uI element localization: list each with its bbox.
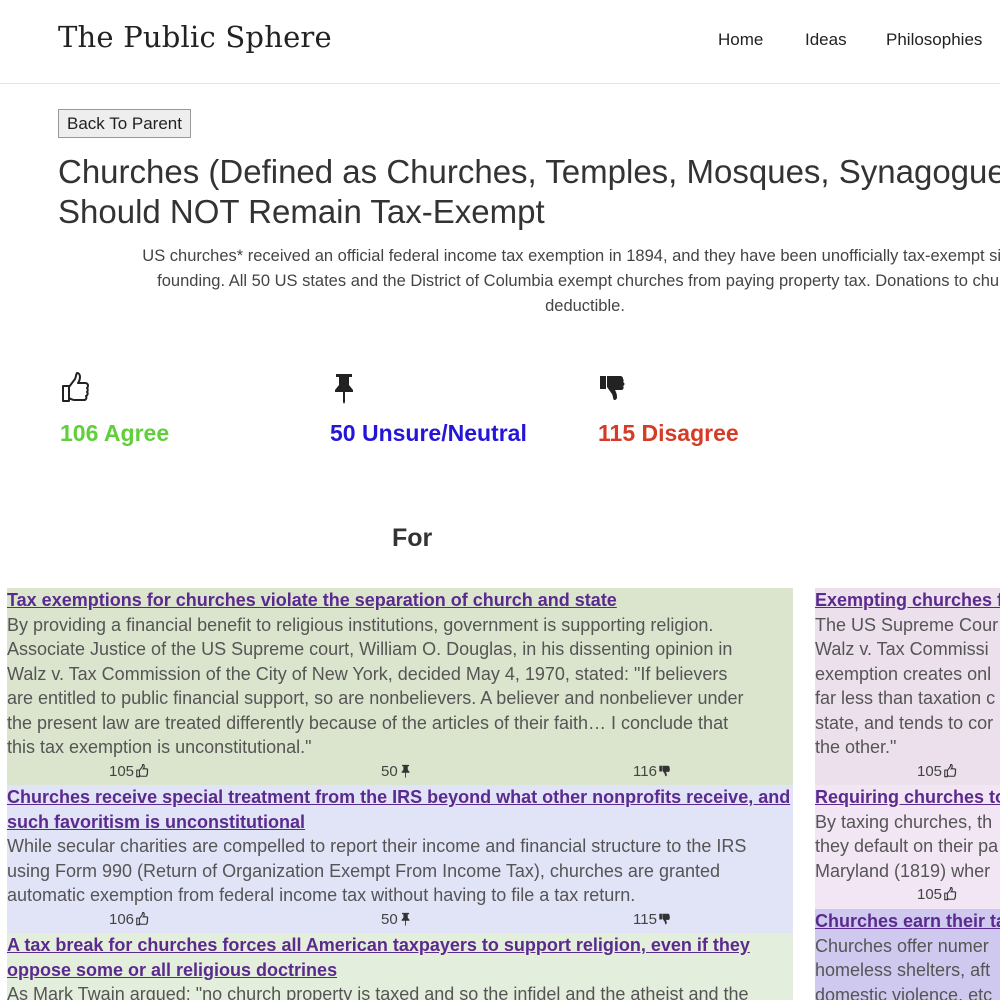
argument-body-line: the other.": [815, 737, 897, 757]
argument-agree-vote[interactable]: 105: [109, 763, 149, 780]
argument-title-line[interactable]: Tax exemptions for churches violate the …: [7, 588, 793, 613]
argument-card: Exempting churches f The US Supreme Cour…: [815, 588, 1000, 785]
pushpin-icon[interactable]: [399, 912, 413, 926]
nav-philosophies-link[interactable]: Philosophies: [886, 30, 982, 50]
argument-body-line: this tax exemption is unconstitutional.": [7, 737, 312, 757]
thumbs-down-icon[interactable]: [598, 372, 628, 404]
thumbs-up-icon[interactable]: [60, 372, 90, 404]
argument-title-link[interactable]: Exempting churches f: [815, 588, 1000, 613]
argument-body-line: Associate Justice of the US Supreme cour…: [7, 639, 733, 659]
argument-title-line[interactable]: Requiring churches to: [815, 785, 1000, 810]
argument-body: While secular charities are compelled to…: [7, 834, 793, 908]
argument-body-line: As Mark Twain argued: "no church propert…: [7, 984, 749, 1000]
argument-body: The US Supreme Cour Walz v. Tax Commissi…: [815, 613, 1000, 760]
agree-vote-count: 105: [917, 762, 943, 780]
argument-agree-vote[interactable]: 105: [917, 763, 957, 780]
thumbs-up-icon[interactable]: [943, 763, 957, 778]
top-navbar: The Public Sphere Home Ideas Philosophie…: [0, 0, 1000, 84]
argument-body: By taxing churches, th they default on t…: [815, 810, 1000, 884]
page-title: Churches (Defined as Churches, Temples, …: [58, 152, 1000, 232]
argument-neutral-vote[interactable]: 50: [381, 763, 413, 780]
agree-stat[interactable]: 106 Agree: [60, 372, 169, 446]
argument-body: By providing a financial benefit to reli…: [7, 613, 793, 760]
back-to-parent-button[interactable]: Back To Parent: [58, 109, 191, 138]
description-line: US churches* received an official federa…: [142, 247, 1000, 265]
argument-body-line: Churches offer numer: [815, 935, 989, 956]
argument-body-line: domestic violence, etc: [815, 984, 993, 1000]
agree-vote-count: 106: [109, 910, 135, 928]
argument-body-line: Walz v. Tax Commission of the City of Ne…: [7, 663, 728, 684]
argument-card: A tax break for churches forces all Amer…: [7, 933, 793, 1000]
argument-body-line: are entitled to public financial support…: [7, 688, 744, 708]
description-line: deductible.: [545, 297, 625, 315]
argument-title-link[interactable]: Churches earn their ta: [815, 909, 1000, 934]
argument-body-line: Maryland (1819) wher: [815, 860, 991, 881]
argument-votes: 105: [815, 760, 1000, 784]
disagree-stat[interactable]: 115 Disagree: [598, 372, 739, 446]
disagree-vote-count: 116: [633, 762, 657, 780]
neutral-vote-count: 50: [381, 910, 398, 928]
page-title-line: Should NOT Remain Tax-Exempt: [58, 193, 545, 230]
argument-body: As Mark Twain argued: "no church propert…: [7, 982, 793, 1000]
nav-home-link[interactable]: Home: [718, 30, 763, 50]
argument-title-line[interactable]: A tax break for churches forces all Amer…: [7, 933, 793, 958]
argument-disagree-vote[interactable]: 115: [633, 911, 672, 928]
argument-votes: 106 50 115: [7, 908, 793, 932]
argument-body-line: While secular charities are compelled to…: [7, 836, 747, 856]
thumbs-up-icon[interactable]: [135, 763, 149, 778]
agree-count: 106 Agree: [60, 420, 170, 446]
argument-neutral-vote[interactable]: 50: [381, 911, 413, 928]
argument-votes: 105 50 116: [7, 760, 793, 784]
neutral-stat[interactable]: 50 Unsure/Neutral: [330, 372, 527, 446]
argument-title-line[interactable]: Churches receive special treatment from …: [7, 785, 793, 810]
argument-title-link[interactable]: Churches receive special treatment from …: [7, 785, 793, 834]
disagree-count: 115 Disagree: [598, 420, 739, 446]
argument-body-line: The US Supreme Cour: [815, 614, 999, 635]
nav-ideas-link[interactable]: Ideas: [805, 30, 847, 50]
argument-body-line: using Form 990 (Return of Organization E…: [7, 860, 720, 881]
argument-title-line[interactable]: Churches earn their ta: [815, 909, 1000, 934]
argument-body-line: Walz v. Tax Commissi: [815, 639, 989, 659]
thumbs-up-icon[interactable]: [135, 911, 149, 926]
argument-title-line[interactable]: such favoritism is unconstitutional: [7, 810, 793, 835]
pushpin-icon[interactable]: [399, 764, 413, 778]
disagree-vote-count: 115: [633, 910, 657, 928]
argument-title-link[interactable]: Requiring churches to: [815, 785, 1000, 810]
argument-body-line: exemption creates onl: [815, 663, 992, 684]
argument-card: Churches receive special treatment from …: [7, 785, 793, 933]
argument-title-link[interactable]: Tax exemptions for churches violate the …: [7, 588, 793, 613]
argument-disagree-vote[interactable]: 116: [633, 763, 672, 780]
argument-body-line: homeless shelters, aft: [815, 960, 991, 980]
agree-vote-count: 105: [109, 762, 135, 780]
argument-body-line: By providing a financial benefit to reli…: [7, 614, 714, 635]
argument-agree-vote[interactable]: 105: [917, 886, 957, 903]
argument-body: Churches offer numer homeless shelters, …: [815, 934, 1000, 1000]
argument-body-line: they default on their pa: [815, 836, 999, 856]
thumbs-down-icon[interactable]: [658, 912, 672, 926]
argument-card: Tax exemptions for churches violate the …: [7, 588, 793, 785]
argument-title-line[interactable]: Exempting churches f: [815, 588, 1000, 613]
pushpin-icon[interactable]: [330, 372, 360, 404]
neutral-count: 50 Unsure/Neutral: [330, 420, 527, 446]
argument-card: Churches earn their ta Churches offer nu…: [815, 909, 1000, 1000]
argument-body-line: By taxing churches, th: [815, 811, 993, 832]
argument-title-link[interactable]: A tax break for churches forces all Amer…: [7, 933, 793, 982]
thumbs-up-icon[interactable]: [943, 886, 957, 901]
agree-vote-count: 105: [917, 886, 943, 903]
argument-body-line: the present law are treated differently …: [7, 712, 729, 733]
argument-card: Requiring churches to By taxing churches…: [815, 785, 1000, 909]
page-title-line: Churches (Defined as Churches, Temples, …: [58, 153, 1000, 190]
argument-agree-vote[interactable]: 106: [109, 911, 149, 928]
topic-description: US churches* received an official federa…: [0, 244, 1000, 319]
argument-body-line: automatic exemption from federal income …: [7, 885, 636, 905]
site-brand[interactable]: The Public Sphere: [58, 20, 332, 54]
for-section-heading: For: [392, 524, 433, 552]
thumbs-down-icon[interactable]: [658, 764, 672, 778]
argument-title-line[interactable]: oppose some or all religious doctrines: [7, 958, 793, 983]
argument-body-line: far less than taxation c: [815, 688, 996, 708]
argument-body-line: state, and tends to cor: [815, 712, 994, 733]
description-line: founding. All 50 US states and the Distr…: [157, 272, 1000, 290]
argument-votes: 105: [815, 883, 1000, 907]
neutral-vote-count: 50: [381, 762, 398, 780]
